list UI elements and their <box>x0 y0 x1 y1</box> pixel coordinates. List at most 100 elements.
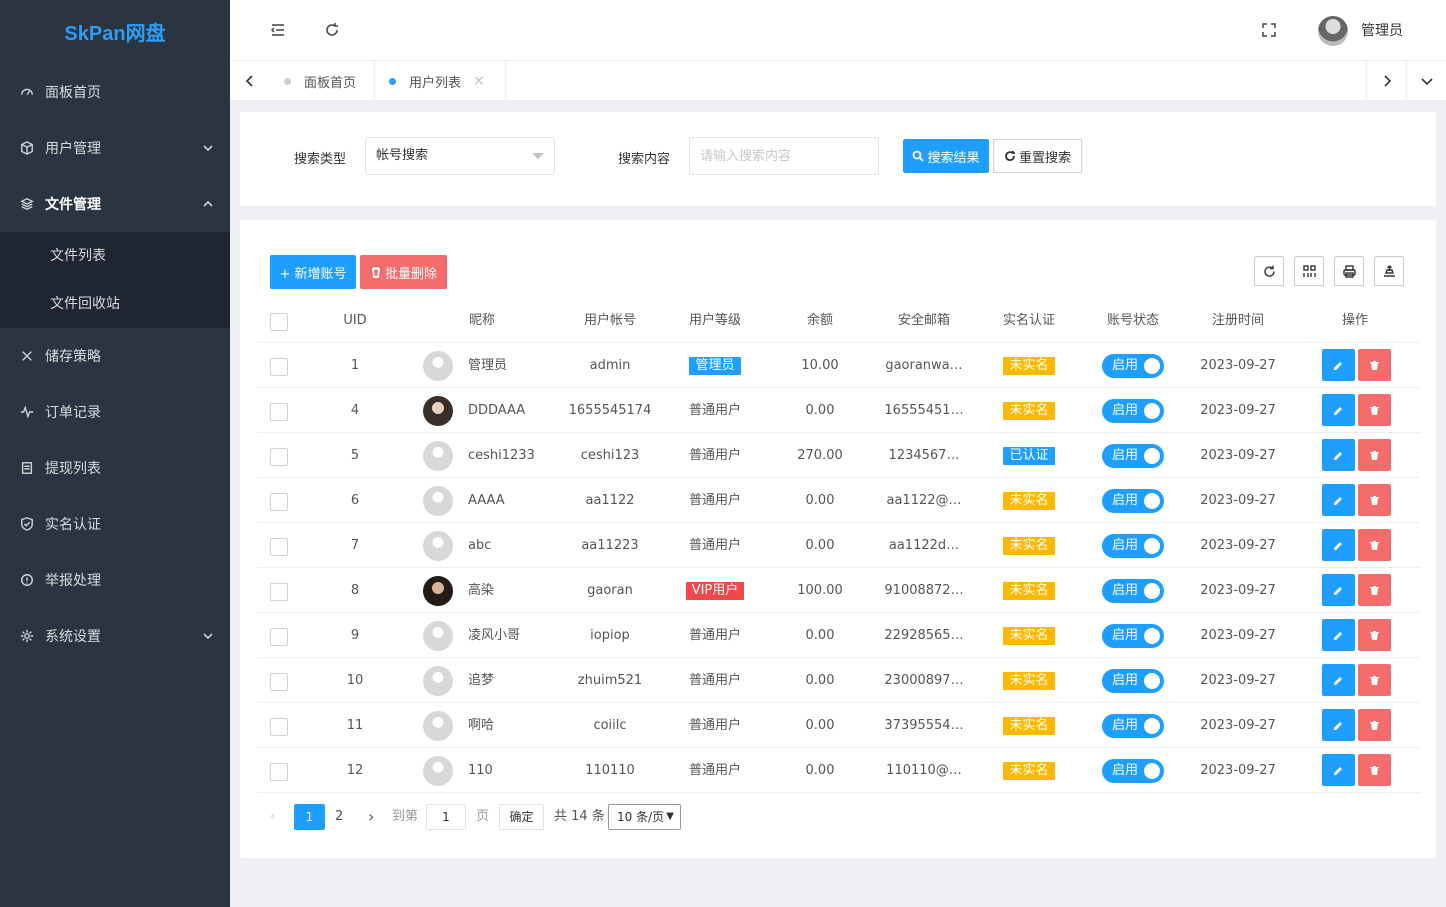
sidebar-item-verification[interactable]: 实名认证 <box>0 496 230 552</box>
tab-dashboard[interactable]: 面板首页 <box>270 61 375 101</box>
row-checkbox[interactable] <box>270 718 288 736</box>
search-type-select[interactable]: 帐号搜索 <box>365 137 555 175</box>
fullscreen-icon[interactable] <box>1259 20 1279 40</box>
cell-level: 普通用户 <box>665 748 765 793</box>
table-row: 10 追梦 zhuim521 普通用户 0.00 23000897… 未实名 启用 2023-0… <box>257 658 1420 703</box>
page-size-select[interactable]: 10 条/页 ▼ <box>608 804 681 830</box>
delete-button[interactable] <box>1358 709 1391 741</box>
row-checkbox[interactable] <box>270 583 288 601</box>
edit-button[interactable] <box>1322 529 1355 561</box>
delete-button[interactable] <box>1358 529 1391 561</box>
edit-button[interactable] <box>1322 619 1355 651</box>
close-icon[interactable]: × <box>473 73 485 89</box>
sidebar-item-files[interactable]: 文件管理 <box>0 176 230 232</box>
sidebar-subitem-file-list[interactable]: 文件列表 <box>0 232 230 280</box>
sidebar-item-withdrawals[interactable]: 提现列表 <box>0 440 230 496</box>
sidebar-item-reports[interactable]: 举报处理 <box>0 552 230 608</box>
column-header[interactable]: UID <box>305 298 405 343</box>
sidebar-subitem-recycle-bin[interactable]: 文件回收站 <box>0 280 230 328</box>
tab-scroll-left-icon[interactable] <box>230 61 270 101</box>
search-button[interactable]: 搜索结果 <box>903 139 989 173</box>
export-icon[interactable] <box>1374 256 1404 286</box>
column-header[interactable]: 账号状态 <box>1083 298 1183 343</box>
header-user-name[interactable]: 管理员 <box>1361 20 1403 40</box>
refresh-icon[interactable] <box>322 20 342 40</box>
info-icon <box>19 572 35 588</box>
column-header[interactable]: 安全邮箱 <box>874 298 974 343</box>
edit-button[interactable] <box>1322 574 1355 606</box>
table-refresh-icon[interactable] <box>1254 256 1284 286</box>
column-header[interactable]: 昵称 <box>457 298 507 343</box>
columns-icon[interactable] <box>1294 256 1324 286</box>
delete-button[interactable] <box>1358 394 1391 426</box>
sidebar-item-label: 面板首页 <box>45 85 101 101</box>
status-toggle[interactable]: 启用 <box>1102 578 1164 603</box>
chevron-down-icon[interactable] <box>1406 61 1446 101</box>
status-toggle[interactable]: 启用 <box>1102 713 1164 738</box>
delete-button[interactable] <box>1358 349 1391 381</box>
status-toggle[interactable]: 启用 <box>1102 668 1164 693</box>
cell-email: aa1122@… <box>886 493 962 508</box>
row-checkbox[interactable] <box>270 763 288 781</box>
level-text: 普通用户 <box>688 403 741 418</box>
pagination-goto-input[interactable]: 1 <box>426 804 466 830</box>
status-toggle[interactable]: 启用 <box>1102 443 1164 468</box>
status-toggle[interactable]: 启用 <box>1102 353 1164 378</box>
column-header[interactable]: 用户等级 <box>665 298 765 343</box>
status-toggle[interactable]: 启用 <box>1102 758 1164 783</box>
row-checkbox[interactable] <box>270 628 288 646</box>
edit-button[interactable] <box>1322 754 1355 786</box>
pagination-page-2[interactable]: 2 <box>335 804 343 830</box>
status-toggle[interactable]: 启用 <box>1102 623 1164 648</box>
row-checkbox[interactable] <box>270 358 288 376</box>
row-checkbox[interactable] <box>270 673 288 691</box>
sidebar-item-dashboard[interactable]: 面板首页 <box>0 64 230 120</box>
edit-button[interactable] <box>1322 439 1355 471</box>
app-logo[interactable]: SkPan网盘 <box>0 0 230 64</box>
pagination-confirm-button[interactable]: 确定 <box>499 804 544 830</box>
edit-button[interactable] <box>1322 484 1355 516</box>
status-toggle[interactable]: 启用 <box>1102 488 1164 513</box>
add-user-button[interactable]: + 新增账号 <box>270 255 356 289</box>
batch-delete-button[interactable]: 批量删除 <box>360 255 447 289</box>
pagination-page-current[interactable]: 1 <box>294 804 325 830</box>
column-header[interactable]: 实名认证 <box>979 298 1079 343</box>
sidebar-item-users[interactable]: 用户管理 <box>0 120 230 176</box>
edit-button[interactable] <box>1322 394 1355 426</box>
cell-email: 22928565… <box>884 628 964 643</box>
delete-button[interactable] <box>1358 754 1391 786</box>
status-toggle[interactable]: 启用 <box>1102 398 1164 423</box>
delete-button[interactable] <box>1358 664 1391 696</box>
tab-scroll-right-icon[interactable] <box>1366 61 1406 101</box>
sidebar-item-settings[interactable]: 系统设置 <box>0 608 230 664</box>
column-header[interactable]: 操作 <box>1305 298 1405 343</box>
sidebar-item-storage[interactable]: 储存策略 <box>0 328 230 384</box>
print-icon[interactable] <box>1334 256 1364 286</box>
search-input[interactable] <box>689 137 879 175</box>
trash-icon <box>1370 450 1379 460</box>
avatar[interactable] <box>1318 16 1348 46</box>
pagination-next-icon[interactable]: › <box>368 804 374 830</box>
edit-button[interactable] <box>1322 349 1355 381</box>
search-type-value: 帐号搜索 <box>376 148 429 163</box>
select-all-checkbox[interactable] <box>270 313 288 331</box>
reset-button[interactable]: 重置搜索 <box>993 139 1082 173</box>
column-header[interactable]: 用户帐号 <box>560 298 660 343</box>
edit-button[interactable] <box>1322 709 1355 741</box>
column-header[interactable]: 注册时间 <box>1188 298 1288 343</box>
row-checkbox[interactable] <box>270 448 288 466</box>
column-header[interactable]: 余额 <box>770 298 870 343</box>
delete-button[interactable] <box>1358 439 1391 471</box>
tab-user-list[interactable]: 用户列表 × <box>375 61 506 101</box>
sidebar-item-orders[interactable]: 订单记录 <box>0 384 230 440</box>
delete-button[interactable] <box>1358 484 1391 516</box>
row-checkbox[interactable] <box>270 493 288 511</box>
menu-collapse-icon[interactable] <box>268 20 288 40</box>
pagination-prev-icon[interactable]: ‹ <box>270 804 275 830</box>
delete-button[interactable] <box>1358 619 1391 651</box>
row-checkbox[interactable] <box>270 403 288 421</box>
delete-button[interactable] <box>1358 574 1391 606</box>
edit-button[interactable] <box>1322 664 1355 696</box>
row-checkbox[interactable] <box>270 538 288 556</box>
status-toggle[interactable]: 启用 <box>1102 533 1164 558</box>
